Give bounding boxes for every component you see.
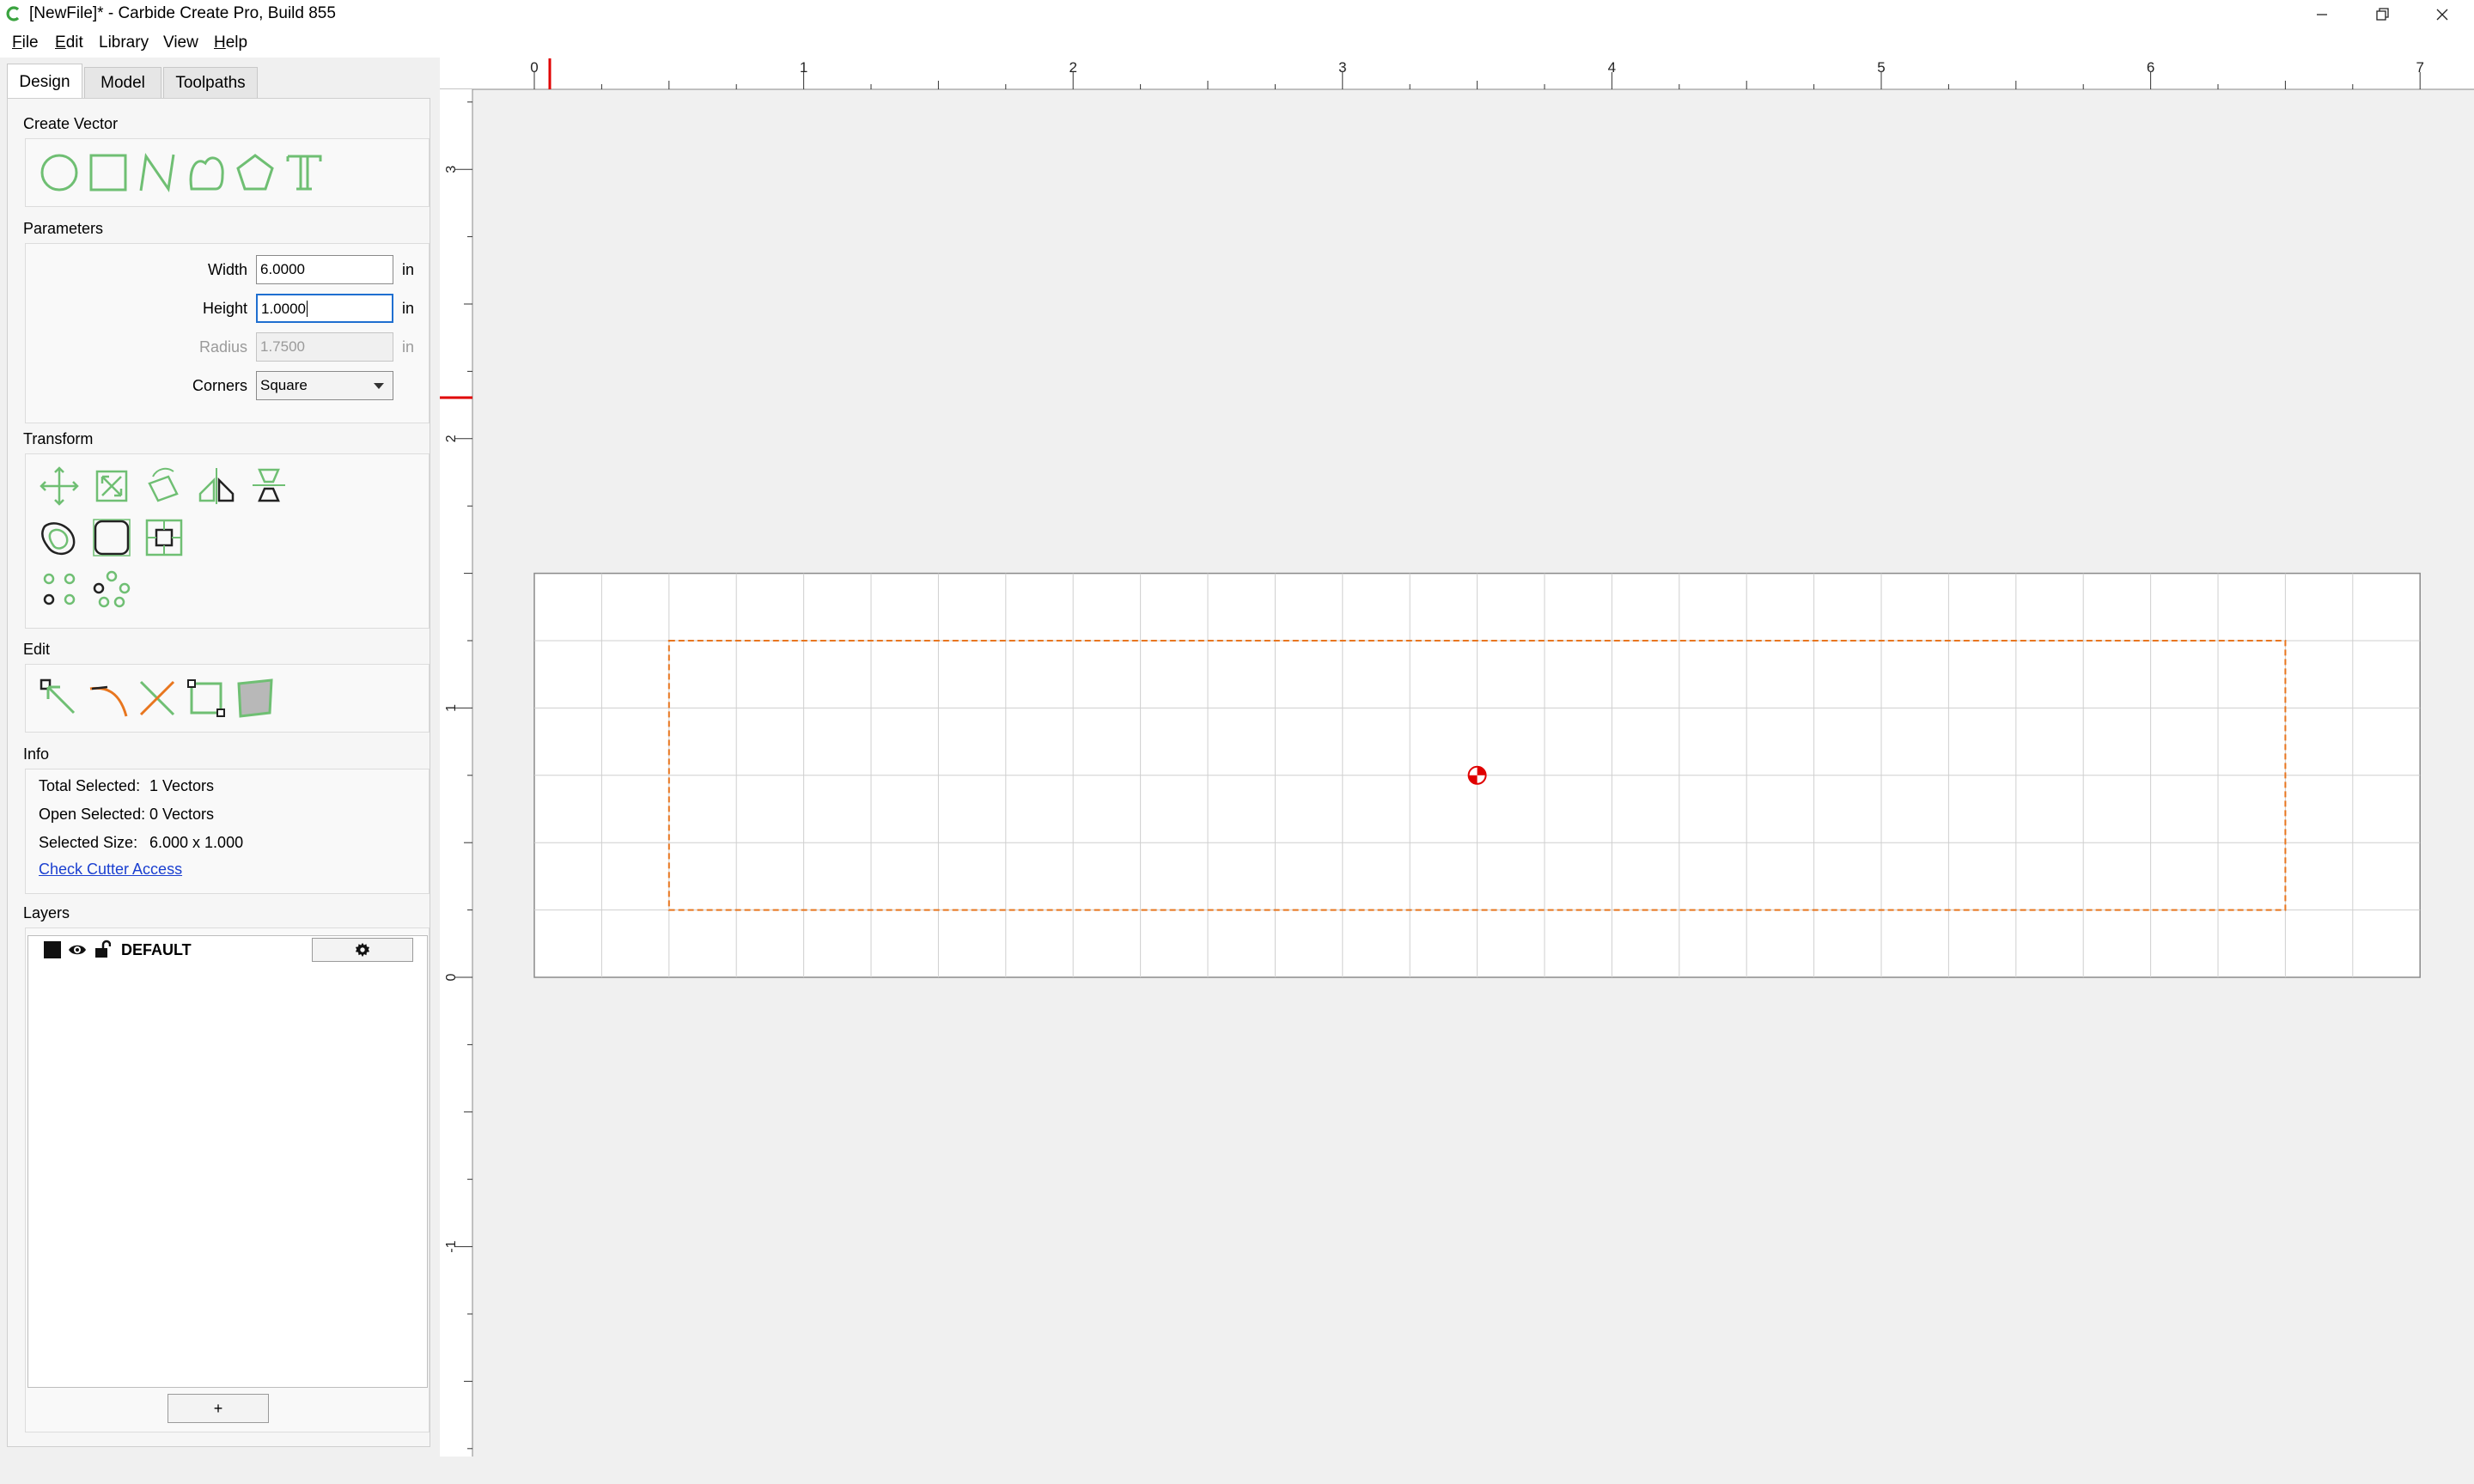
design-canvas[interactable]: 0 1 2 3 4 5 6 7 3 2 1 0 -1 (0, 0, 2474, 1484)
ruler-label-y--1: -1 (444, 1240, 459, 1252)
ruler-label-y-2: 2 (444, 435, 459, 442)
ruler-label-x-2: 2 (1069, 59, 1076, 76)
ruler-label-x-5: 5 (1877, 59, 1885, 76)
ruler-label-x-3: 3 (1338, 59, 1346, 76)
ruler-label-x-4: 4 (1608, 59, 1616, 76)
ruler-label-y-1: 1 (444, 704, 459, 712)
ruler-label-x-1: 1 (800, 59, 807, 76)
ruler-label-y-3: 3 (444, 166, 459, 173)
ruler-label-x-0: 0 (530, 59, 538, 76)
horizontal-ruler (440, 57, 2474, 89)
ruler-label-y-0: 0 (444, 973, 459, 981)
ruler-label-x-7: 7 (2416, 59, 2423, 76)
ruler-label-x-6: 6 (2147, 59, 2154, 76)
